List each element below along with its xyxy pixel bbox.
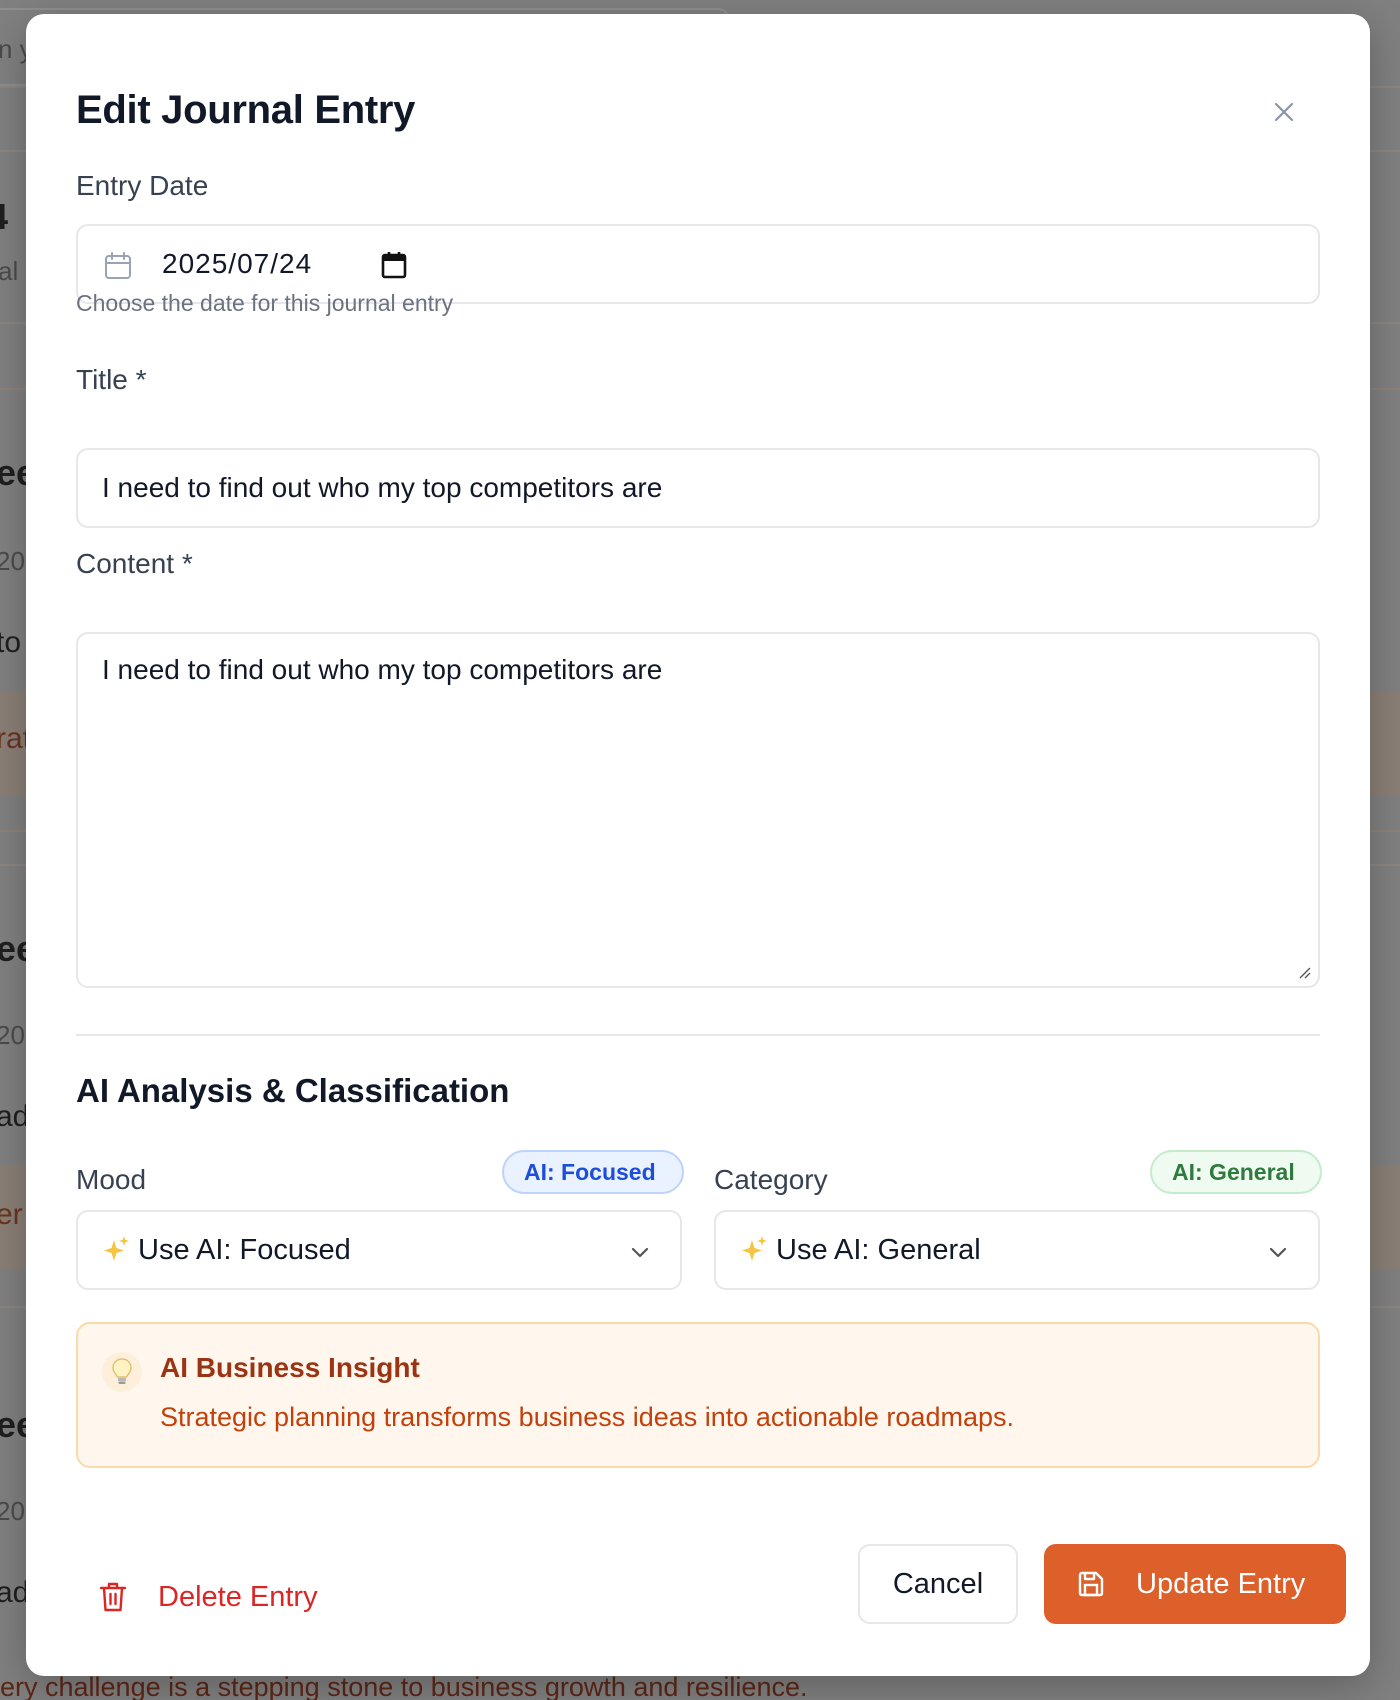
calendar-icon	[105, 252, 131, 279]
title-label: Title *	[76, 364, 147, 395]
update-entry-button[interactable]: Update Entry	[1044, 1544, 1346, 1624]
background-text-fragment: 20	[0, 1496, 25, 1526]
close-icon	[1274, 102, 1294, 122]
entry-date-hint: Choose the date for this journal entry	[76, 290, 454, 316]
background-text-fragment: er	[0, 1198, 23, 1231]
mood-select-value: Use AI: Focused	[138, 1234, 351, 1266]
background-text-fragment: ad	[0, 1100, 30, 1133]
update-entry-label: Update Entry	[1136, 1567, 1306, 1600]
trash-icon	[99, 1582, 127, 1612]
sparkles-icon	[104, 1236, 129, 1261]
category-label: Category	[714, 1164, 828, 1195]
save-icon	[1078, 1571, 1104, 1597]
insight-text: Strategic planning transforms business i…	[160, 1402, 1014, 1432]
title-input[interactable]: I need to find out who my top competitor…	[76, 448, 1320, 528]
cancel-label: Cancel	[892, 1567, 984, 1600]
mood-ai-badge: AI: Focused	[502, 1150, 684, 1194]
content-label: Content *	[76, 548, 193, 579]
category-select[interactable]: Use AI: General	[714, 1210, 1320, 1290]
modal-title: Edit Journal Entry	[76, 88, 416, 132]
ai-insight-card: AI Business Insight Strategic planning t…	[76, 1322, 1320, 1468]
delete-entry-label: Delete Entry	[158, 1580, 318, 1613]
content-textarea-value: I need to find out who my top competitor…	[102, 654, 663, 685]
background-text-fragment: 20	[0, 546, 25, 576]
date-picker-icon[interactable]	[380, 250, 408, 280]
sparkles-icon	[742, 1236, 767, 1261]
entry-date-label: Entry Date	[76, 170, 209, 201]
delete-entry-button[interactable]: Delete Entry	[98, 1572, 318, 1622]
background-text-fragment: al	[0, 256, 19, 286]
content-textarea[interactable]: I need to find out who my top competitor…	[76, 632, 1320, 988]
entry-date-value: 2025/07/24	[162, 248, 313, 279]
section-divider	[76, 1034, 1320, 1036]
ai-section-title: AI Analysis & Classification	[76, 1072, 510, 1109]
edit-entry-modal: Edit Journal Entry Entry Date 2025/07/24…	[26, 14, 1370, 1676]
background-text-fragment: to	[0, 626, 22, 659]
background-quote-text: ery challenge is a stepping stone to bus…	[0, 1672, 808, 1700]
lightbulb-icon	[102, 1352, 142, 1392]
close-button[interactable]	[1266, 94, 1302, 130]
mood-select[interactable]: Use AI: Focused	[76, 1210, 682, 1290]
mood-label: Mood	[76, 1164, 147, 1195]
title-input-value: I need to find out who my top competitor…	[102, 472, 663, 503]
background-text-fragment: 4	[0, 196, 8, 238]
category-select-value: Use AI: General	[776, 1234, 981, 1266]
chevron-down-icon	[1269, 1247, 1287, 1258]
resize-handle-icon[interactable]	[1296, 964, 1312, 980]
category-ai-badge: AI: General	[1150, 1150, 1322, 1194]
insight-title: AI Business Insight	[160, 1352, 420, 1383]
background-text-fragment: 20	[0, 1020, 25, 1050]
chevron-down-icon	[631, 1247, 649, 1258]
background-text-fragment: ad	[0, 1576, 30, 1609]
cancel-button[interactable]: Cancel	[858, 1544, 1018, 1624]
